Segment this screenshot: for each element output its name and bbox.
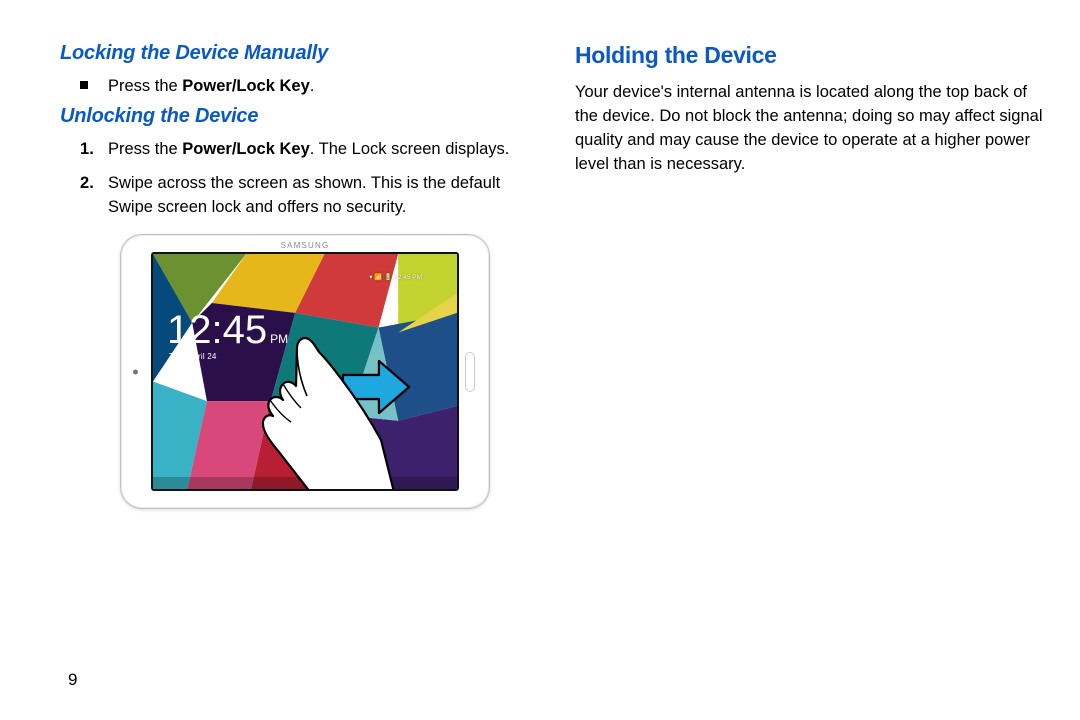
- step-2: Swipe across the screen as shown. This i…: [80, 172, 530, 220]
- bullet-square-icon: [80, 81, 88, 89]
- holding-paragraph: Your device's internal antenna is locate…: [575, 81, 1050, 177]
- step-1: Press the Power/Lock Key. The Lock scree…: [80, 138, 530, 162]
- heading-unlocking: Unlocking the Device: [60, 105, 530, 128]
- front-camera-icon: [133, 369, 138, 374]
- step1-pre: Press the: [108, 140, 182, 158]
- clock-date: Thu, April 24: [169, 352, 217, 361]
- bullet-pre: Press the: [108, 77, 182, 95]
- step1-bold: Power/Lock Key: [182, 140, 309, 158]
- brand-label: SAMSUNG: [121, 241, 489, 250]
- bullet-suf: .: [310, 77, 315, 95]
- tablet-screen: ▾ 📶 🔋 12:45 PM 12:45 PM Thu, April 24: [151, 252, 459, 491]
- tablet-illustration: SAMSUNG: [120, 234, 490, 509]
- heading-locking: Locking the Device Manually: [60, 42, 530, 65]
- status-bar: ▾ 📶 🔋 12:45 PM: [369, 273, 422, 281]
- bullet-press-power: Press the Power/Lock Key.: [80, 75, 530, 97]
- clock-time: 12:45: [167, 308, 267, 353]
- tablet-shell: SAMSUNG: [120, 234, 490, 509]
- step1-post: . The Lock screen displays.: [310, 140, 510, 158]
- page-number: 9: [68, 670, 77, 690]
- unlock-steps: Press the Power/Lock Key. The Lock scree…: [80, 138, 530, 220]
- home-button: [465, 352, 475, 392]
- step2-text: Swipe across the screen as shown. This i…: [108, 174, 500, 216]
- heading-holding: Holding the Device: [575, 42, 1050, 69]
- bullet-text: Press the Power/Lock Key.: [108, 75, 314, 97]
- bullet-bold: Power/Lock Key: [182, 77, 309, 95]
- hand-pointer-icon: [261, 336, 401, 491]
